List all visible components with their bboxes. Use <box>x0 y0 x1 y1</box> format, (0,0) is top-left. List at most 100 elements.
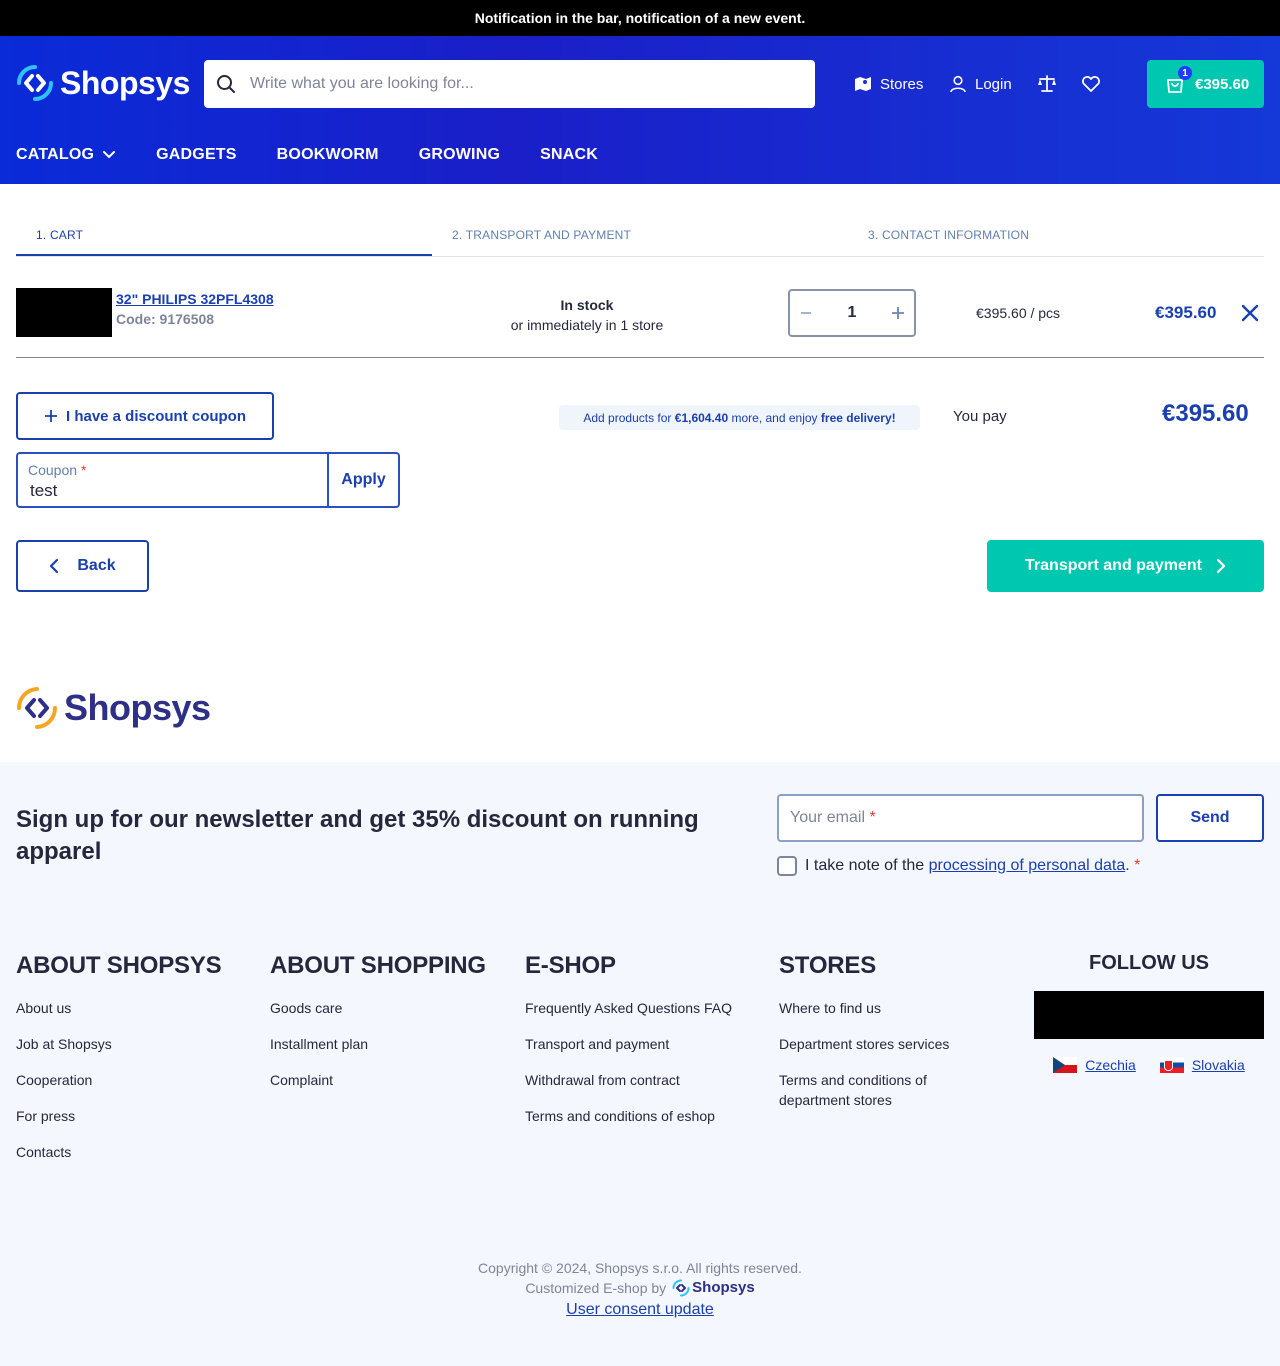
footer-link[interactable]: Goods care <box>270 998 510 1018</box>
nav-label: BOOKWORM <box>276 146 379 163</box>
coupon-toggle-label: I have a discount coupon <box>65 407 247 425</box>
close-icon <box>1241 304 1259 322</box>
free-delivery-middle: more, and enjoy <box>731 410 818 425</box>
stores-link[interactable]: Stores <box>854 76 923 93</box>
footer-link[interactable]: Department stores services <box>779 1034 979 1054</box>
nav-label: SNACK <box>540 146 598 163</box>
compare-button[interactable] <box>1037 74 1057 94</box>
nav-item-catalog[interactable]: CATALOG <box>16 146 116 164</box>
user-consent-update-link[interactable]: User consent update <box>566 1300 714 1320</box>
follow-us: FOLLOW US Czechia Slovakia <box>1034 952 1264 1073</box>
total-price: €395.60 <box>1162 400 1249 427</box>
free-delivery-notice: Add products for €1,604.40 more, and enj… <box>559 405 920 430</box>
cart-button[interactable]: 1 €395.60 <box>1147 60 1264 108</box>
nav-label: GROWING <box>418 146 501 163</box>
decrease-quantity-button[interactable] <box>796 303 816 323</box>
footer-link[interactable]: Terms and conditions of eshop <box>525 1106 765 1126</box>
quantity-input[interactable] <box>832 304 872 322</box>
free-delivery-emphasis: free delivery! <box>820 410 896 425</box>
newsletter-email-field: Your email * <box>777 794 1144 842</box>
coupon-input[interactable] <box>30 481 310 501</box>
line-total: €395.60 <box>1155 303 1217 322</box>
footer-link[interactable]: Contacts <box>16 1142 256 1162</box>
stock-detail: or immediately in 1 store <box>510 317 664 333</box>
footer-link[interactable]: Installment plan <box>270 1034 510 1054</box>
minus-icon <box>801 312 811 314</box>
footer-column-title: ABOUT SHOPSYS <box>16 952 222 979</box>
footer-link[interactable]: Terms and conditions of department store… <box>779 1070 979 1110</box>
apply-coupon-button[interactable]: Apply <box>327 452 400 508</box>
footer-column-eshop: E-SHOP Frequently Asked Questions FAQ Tr… <box>525 952 765 1142</box>
remove-item-button[interactable] <box>1240 303 1260 323</box>
site-footer: Sign up for our newsletter and get 35% d… <box>0 762 1280 1366</box>
step-cart[interactable]: 1. CART <box>16 214 432 256</box>
newsletter-send-button[interactable]: Send <box>1156 794 1264 842</box>
login-link[interactable]: Login <box>949 75 1012 93</box>
newsletter-email-input[interactable] <box>779 796 1142 840</box>
product-image[interactable] <box>16 288 112 337</box>
customized-by: Customized E-shop by Shopsys <box>0 1278 1280 1298</box>
nav-item-gadgets[interactable]: GADGETS <box>156 146 237 164</box>
cart-item-row: 32" PHILIPS 32PFL4308 Code: 9176508 In s… <box>16 288 1264 358</box>
footer-link[interactable]: Where to find us <box>779 998 979 1018</box>
unit-price: €395.60 / pcs <box>976 305 1061 321</box>
customized-by-text: Customized E-shop by <box>525 1280 667 1296</box>
nav-item-snack[interactable]: SNACK <box>540 146 598 164</box>
wishlist-button[interactable] <box>1081 74 1101 94</box>
newsletter-title: Sign up for our newsletter and get 35% d… <box>16 806 699 865</box>
nav-label: GADGETS <box>156 146 237 163</box>
country-label: Czechia <box>1085 1057 1136 1073</box>
consent-checkbox[interactable] <box>777 856 797 876</box>
transport-payment-button[interactable]: Transport and payment <box>987 540 1264 592</box>
shopsys-mini-logo[interactable]: Shopsys <box>672 1278 755 1298</box>
copyright-block: Copyright © 2024, Shopsys s.r.o. All rig… <box>0 1258 1280 1320</box>
search-icon <box>217 75 235 93</box>
country-slovakia-link[interactable]: Slovakia <box>1159 1057 1245 1073</box>
search-box <box>204 60 815 108</box>
step-transport-payment[interactable]: 2. TRANSPORT AND PAYMENT <box>432 214 848 256</box>
logo-text: Shopsys <box>60 64 190 101</box>
footer-link[interactable]: About us <box>16 998 256 1018</box>
search-input[interactable] <box>250 75 815 93</box>
footer-logo-text: Shopsys <box>64 687 211 728</box>
personal-data-link[interactable]: processing of personal data <box>929 857 1126 874</box>
free-delivery-amount: €1,604.40 <box>674 410 729 425</box>
nav-item-bookworm[interactable]: BOOKWORM <box>277 146 379 164</box>
footer-link[interactable]: Cooperation <box>16 1070 256 1090</box>
product-name-link[interactable]: 32" PHILIPS 32PFL4308 <box>116 291 274 307</box>
shopsys-brand: Shopsys <box>692 1279 755 1296</box>
nav-label: CATALOG <box>16 146 95 163</box>
czech-flag-icon <box>1053 1057 1078 1073</box>
checkout-steps: 1. CART 2. TRANSPORT AND PAYMENT 3. CONT… <box>16 214 1264 257</box>
chevron-down-icon <box>103 151 116 159</box>
product-code: Code: 9176508 <box>116 311 215 327</box>
footer-link[interactable]: For press <box>16 1106 256 1126</box>
cart-count-badge: 1 <box>1178 66 1192 80</box>
step-contact-information[interactable]: 3. CONTACT INFORMATION <box>848 214 1264 256</box>
footer-logo[interactable]: Shopsys <box>16 686 211 730</box>
scales-icon <box>1038 75 1056 92</box>
back-button[interactable]: Back <box>16 540 149 592</box>
social-links[interactable] <box>1034 991 1264 1039</box>
site-logo[interactable]: Shopsys <box>16 64 190 102</box>
footer-link[interactable]: Withdrawal from contract <box>525 1070 765 1090</box>
country-label: Slovakia <box>1191 1057 1245 1073</box>
country-switcher: Czechia Slovakia <box>1034 1057 1264 1073</box>
footer-link[interactable]: Frequently Asked Questions FAQ <box>525 998 765 1018</box>
footer-link[interactable]: Job at Shopsys <box>16 1034 256 1054</box>
footer-link[interactable]: Transport and payment <box>525 1034 765 1054</box>
stock-status: In stock or immediately in 1 store <box>486 295 688 335</box>
newsletter-consent: I take note of the processing of persona… <box>777 856 1140 876</box>
heart-icon <box>1082 76 1100 92</box>
discount-coupon-toggle[interactable]: I have a discount coupon <box>16 392 274 440</box>
footer-column-title: STORES <box>779 952 877 979</box>
footer-column-title: ABOUT SHOPPING <box>270 952 486 979</box>
login-label: Login <box>975 75 1012 93</box>
footer-link[interactable]: Complaint <box>270 1070 510 1090</box>
nav-item-growing[interactable]: GROWING <box>419 146 500 164</box>
chevron-left-icon <box>50 558 59 574</box>
you-pay-label: You pay <box>953 408 1007 425</box>
map-icon <box>855 77 871 91</box>
increase-quantity-button[interactable] <box>888 303 908 323</box>
country-czechia-link[interactable]: Czechia <box>1053 1057 1136 1073</box>
